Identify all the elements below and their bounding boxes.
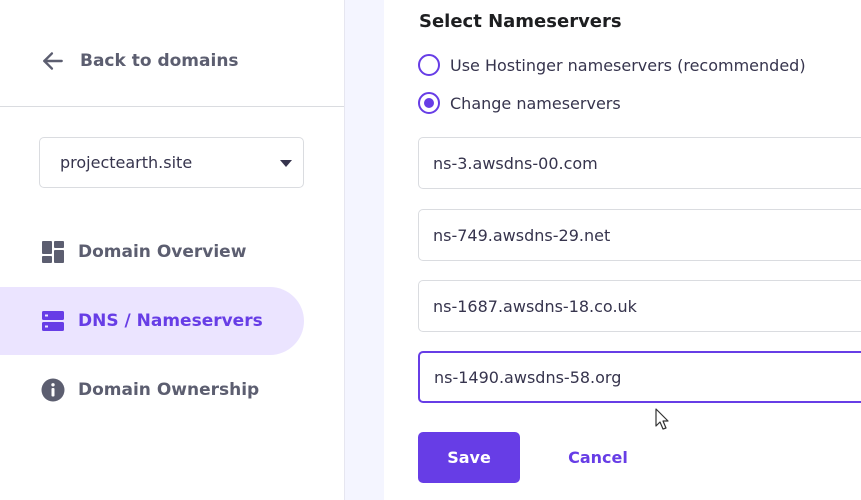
radio-hostinger-nameservers[interactable]: Use Hostinger nameservers (recommended) (418, 54, 806, 76)
info-icon (41, 378, 65, 402)
sidebar-item-domain-ownership[interactable]: Domain Ownership (0, 356, 304, 424)
radio-button-unchecked[interactable] (418, 54, 440, 76)
sidebar-item-dns-nameservers[interactable]: DNS / Nameservers (0, 287, 304, 355)
nameservers-panel: Select Nameservers Use Hostinger nameser… (384, 0, 861, 500)
nameserver-input-2[interactable]: ns-749.awsdns-29.net (418, 209, 861, 261)
caret-down-icon (280, 160, 292, 167)
back-link-label: Back to domains (80, 51, 239, 71)
nameserver-value: ns-1490.awsdns-58.org (434, 367, 622, 387)
nameserver-input-4[interactable]: ns-1490.awsdns-58.org (418, 351, 861, 403)
radio-label: Change nameservers (450, 93, 621, 113)
nameserver-input-3[interactable]: ns-1687.awsdns-18.co.uk (418, 280, 861, 332)
domain-select-value: projectearth.site (60, 153, 193, 172)
cancel-button[interactable]: Cancel (556, 432, 640, 483)
content-gutter (344, 0, 384, 500)
sidebar: Back to domains projectearth.site Domain… (0, 0, 344, 500)
section-title: Select Nameservers (419, 11, 622, 32)
sidebar-item-label: Domain Ownership (78, 380, 260, 400)
radio-label: Use Hostinger nameservers (recommended) (450, 55, 806, 75)
arrow-left-icon (43, 52, 63, 70)
save-button[interactable]: Save (418, 432, 520, 483)
sidebar-divider (0, 106, 344, 107)
sidebar-item-label: DNS / Nameservers (78, 311, 263, 331)
nameserver-value: ns-749.awsdns-29.net (433, 225, 611, 245)
mouse-cursor-icon (655, 408, 669, 430)
server-icon (42, 311, 64, 331)
domain-select[interactable]: projectearth.site (39, 137, 304, 188)
sidebar-item-domain-overview[interactable]: Domain Overview (0, 218, 304, 286)
nameserver-input-1[interactable]: ns-3.awsdns-00.com (418, 137, 861, 189)
nameserver-value: ns-1687.awsdns-18.co.uk (433, 296, 637, 316)
radio-change-nameservers[interactable]: Change nameservers (418, 92, 621, 114)
back-to-domains-link[interactable]: Back to domains (40, 48, 239, 74)
grid-icon (42, 241, 64, 263)
sidebar-item-label: Domain Overview (78, 242, 247, 262)
radio-button-checked[interactable] (418, 92, 440, 114)
nameserver-value: ns-3.awsdns-00.com (433, 153, 598, 173)
